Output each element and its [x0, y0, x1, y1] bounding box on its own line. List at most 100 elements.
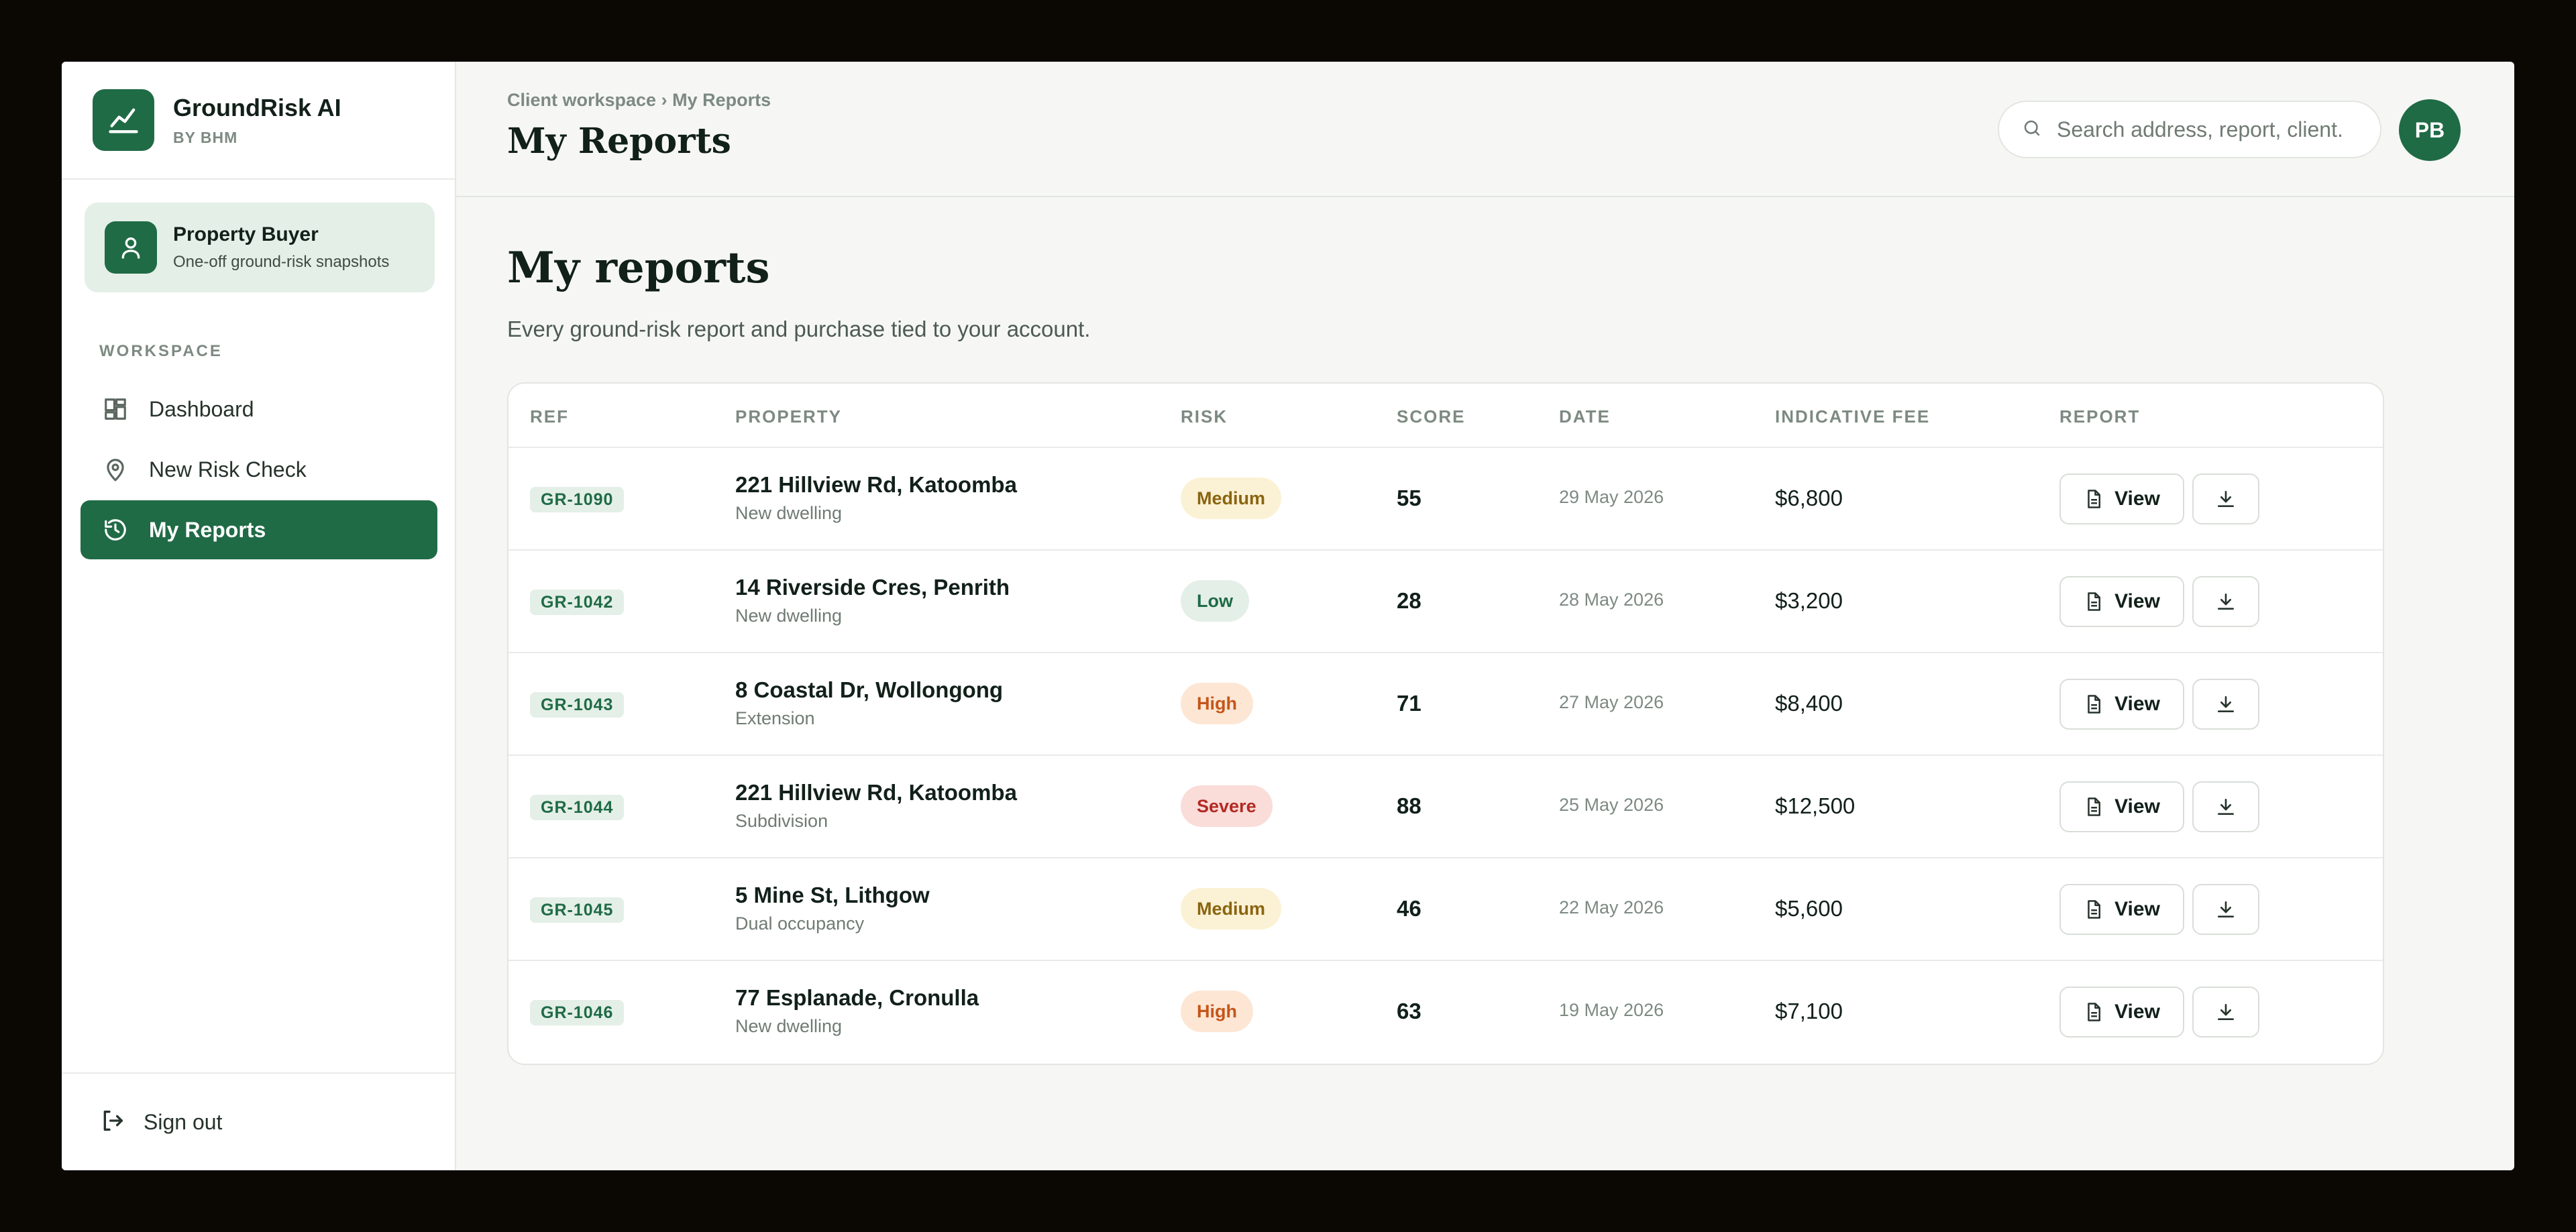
table-row[interactable]: GR-1090 221 Hillview Rd, Katoomba New dw…	[508, 448, 2383, 551]
chart-trend-icon	[93, 89, 154, 151]
ref-badge: GR-1090	[530, 487, 625, 512]
search-icon	[2022, 118, 2042, 142]
table-row[interactable]: GR-1042 14 Riverside Cres, Penrith New d…	[508, 551, 2383, 653]
sidebar-nav: Dashboard New Risk Check My Reports	[80, 380, 437, 561]
sidebar-item-label: New Risk Check	[149, 457, 307, 482]
sidebar-item-label: Dashboard	[149, 396, 254, 421]
table-row[interactable]: GR-1045 5 Mine St, Lithgow Dual occupanc…	[508, 858, 2383, 961]
property-type: Extension	[735, 708, 815, 728]
download-report-button[interactable]	[2192, 781, 2259, 832]
history-icon	[102, 516, 129, 543]
download-report-button[interactable]	[2192, 473, 2259, 524]
sidebar: GroundRisk AI BY BHM Property Buyer One-…	[62, 62, 456, 1170]
avatar[interactable]: PB	[2399, 99, 2461, 161]
download-report-button[interactable]	[2192, 987, 2259, 1038]
view-label: View	[2114, 795, 2160, 818]
risk-score: 55	[1397, 486, 1421, 510]
property-type: Dual occupancy	[735, 913, 865, 934]
sidebar-item-new-risk-check[interactable]: New Risk Check	[80, 440, 437, 499]
report-date: 29 May 2026	[1559, 487, 1664, 507]
indicative-fee: $12,500	[1775, 793, 1856, 818]
download-report-button[interactable]	[2192, 576, 2259, 627]
property-type: New dwelling	[735, 1016, 843, 1036]
breadcrumb: Client workspace › My Reports	[507, 90, 771, 110]
table-header: REF PROPERTY RISK SCORE DATE INDICATIVE …	[508, 384, 2383, 448]
sign-out-button[interactable]: Sign out	[62, 1072, 455, 1170]
brand-name: GroundRisk AI	[173, 93, 341, 121]
download-icon	[2218, 901, 2234, 917]
report-date: 25 May 2026	[1559, 795, 1664, 815]
download-icon	[2218, 491, 2234, 507]
risk-score: 28	[1397, 588, 1421, 613]
download-icon	[2218, 799, 2234, 815]
risk-score: 63	[1397, 999, 1421, 1023]
table-row[interactable]: GR-1043 8 Coastal Dr, Wollongong Extensi…	[508, 653, 2383, 756]
role-card[interactable]: Property Buyer One-off ground-risk snaps…	[85, 203, 435, 292]
view-label: View	[2114, 1001, 2160, 1023]
indicative-fee: $3,200	[1775, 588, 1843, 613]
indicative-fee: $7,100	[1775, 999, 1843, 1023]
view-label: View	[2114, 488, 2160, 510]
indicative-fee: $6,800	[1775, 486, 1843, 510]
download-report-button[interactable]	[2192, 884, 2259, 935]
ref-badge: GR-1044	[530, 795, 625, 820]
ref-badge: GR-1043	[530, 692, 625, 718]
column-header-risk: RISK	[1181, 406, 1228, 427]
property-address: 14 Riverside Cres, Penrith	[735, 575, 1010, 600]
property-address: 221 Hillview Rd, Katoomba	[735, 780, 1017, 805]
column-header-fee: INDICATIVE FEE	[1775, 406, 1931, 427]
risk-badge: Low	[1181, 580, 1249, 622]
sign-out-label: Sign out	[144, 1109, 223, 1134]
property-type: New dwelling	[735, 503, 843, 523]
indicative-fee: $5,600	[1775, 896, 1843, 921]
logout-icon	[99, 1107, 126, 1137]
user-icon	[105, 221, 157, 274]
ref-badge: GR-1046	[530, 1000, 625, 1025]
property-address: 221 Hillview Rd, Katoomba	[735, 472, 1017, 497]
content-title: My reports	[507, 243, 770, 293]
table-row[interactable]: GR-1044 221 Hillview Rd, Katoomba Subdiv…	[508, 756, 2383, 858]
view-label: View	[2114, 693, 2160, 715]
search-input[interactable]	[2057, 117, 2372, 142]
risk-score: 71	[1397, 691, 1421, 716]
sidebar-item-my-reports[interactable]: My Reports	[80, 500, 437, 559]
view-report-button[interactable]: View	[2059, 884, 2184, 935]
brand-sub: BY BHM	[173, 128, 238, 146]
risk-score: 88	[1397, 793, 1421, 818]
view-label: View	[2114, 590, 2160, 612]
content-subtitle: Every ground-risk report and purchase ti…	[507, 317, 1091, 341]
topbar: Client workspace › My Reports My Reports…	[456, 62, 2514, 197]
report-date: 27 May 2026	[1559, 692, 1664, 712]
property-address: 8 Coastal Dr, Wollongong	[735, 677, 1004, 702]
risk-badge: Medium	[1181, 478, 1282, 519]
document-icon	[2088, 1003, 2101, 1021]
risk-badge: Medium	[1181, 888, 1282, 930]
property-type: Subdivision	[735, 811, 828, 831]
reports-table: REF PROPERTY RISK SCORE DATE INDICATIVE …	[507, 382, 2384, 1065]
view-report-button[interactable]: View	[2059, 781, 2184, 832]
column-header-date: DATE	[1559, 406, 1611, 427]
view-report-button[interactable]: View	[2059, 679, 2184, 730]
sidebar-item-dashboard[interactable]: Dashboard	[80, 380, 437, 439]
table-row[interactable]: GR-1046 77 Esplanade, Cronulla New dwell…	[508, 961, 2383, 1064]
download-report-button[interactable]	[2192, 679, 2259, 730]
risk-badge: Severe	[1181, 785, 1273, 827]
view-report-button[interactable]: View	[2059, 473, 2184, 524]
property-address: 77 Esplanade, Cronulla	[735, 985, 979, 1010]
role-sub: One-off ground-risk snapshots	[173, 253, 390, 271]
map-pin-icon	[102, 456, 129, 483]
view-label: View	[2114, 898, 2160, 920]
column-header-ref: REF	[530, 406, 569, 427]
section-label-workspace: WORKSPACE	[99, 342, 223, 360]
risk-badge: High	[1181, 991, 1253, 1032]
download-icon	[2218, 1004, 2234, 1020]
property-type: New dwelling	[735, 606, 843, 626]
view-report-button[interactable]: View	[2059, 987, 2184, 1038]
risk-score: 46	[1397, 896, 1421, 921]
brand: GroundRisk AI BY BHM	[62, 62, 455, 180]
indicative-fee: $8,400	[1775, 691, 1843, 716]
search-box[interactable]	[1998, 101, 2381, 158]
property-address: 5 Mine St, Lithgow	[735, 883, 930, 907]
view-report-button[interactable]: View	[2059, 576, 2184, 627]
risk-badge: High	[1181, 683, 1253, 724]
